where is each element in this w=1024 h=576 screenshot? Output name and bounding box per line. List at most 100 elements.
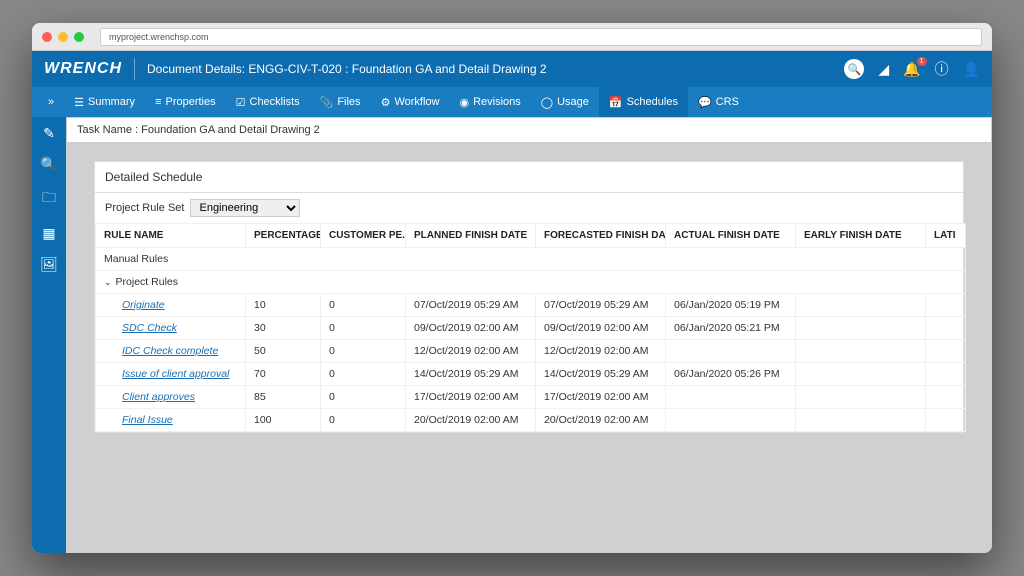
col-late[interactable]: LATI	[926, 224, 966, 248]
rule-set-row: Project Rule Set Engineering	[95, 193, 963, 223]
notifications-icon[interactable]: 🔔1	[903, 61, 920, 78]
search-icon[interactable]: 🔍	[40, 156, 57, 173]
rule-set-select[interactable]: Engineering	[190, 199, 300, 217]
group-manual-rules[interactable]: Manual Rules	[96, 248, 966, 271]
edit-icon[interactable]: ✎	[43, 125, 55, 142]
notification-badge: 1	[917, 57, 927, 66]
table-row[interactable]: SDC Check30009/Oct/2019 02:00 AM09/Oct/2…	[96, 317, 966, 340]
cell-early	[796, 294, 926, 317]
close-window-icon[interactable]	[42, 32, 52, 42]
cell-early	[796, 363, 926, 386]
rule-link[interactable]: SDC Check	[104, 322, 177, 334]
col-percentage[interactable]: PERCENTAGE	[246, 224, 321, 248]
group-label: Project Rules	[116, 276, 178, 288]
address-bar[interactable]: myproject.wrenchsp.com	[100, 28, 982, 46]
cell-early	[796, 409, 926, 432]
schedule-panel: Detailed Schedule Project Rule Set Engin…	[94, 161, 964, 433]
browser-chrome: myproject.wrenchsp.com	[32, 23, 992, 51]
table-row[interactable]: IDC Check complete50012/Oct/2019 02:00 A…	[96, 340, 966, 363]
cell-pct: 70	[246, 363, 321, 386]
tab-summary[interactable]: ☰ Summary	[64, 87, 145, 117]
schedule-table: RULE NAME PERCENTAGE CUSTOMER PE... PLAN…	[95, 223, 966, 432]
app-header: WRENCH Document Details: ENGG-CIV-T-020 …	[32, 51, 992, 87]
folder-icon[interactable]: 🗀	[42, 187, 56, 211]
tab-label: Revisions	[473, 96, 521, 108]
expand-all-icon[interactable]: »	[38, 87, 64, 117]
tab-revisions[interactable]: ◉ Revisions	[449, 87, 530, 117]
cell-forecast: 17/Oct/2019 02:00 AM	[536, 386, 666, 409]
tab-label: CRS	[716, 96, 739, 108]
rule-set-label: Project Rule Set	[105, 202, 184, 214]
panel-heading: Detailed Schedule	[95, 162, 963, 193]
tab-label: Usage	[557, 96, 589, 108]
app-logo[interactable]: WRENCH	[44, 60, 122, 78]
rule-link[interactable]: Client approves	[104, 391, 195, 403]
cell-early	[796, 340, 926, 363]
cell-forecast: 14/Oct/2019 05:29 AM	[536, 363, 666, 386]
cell-actual	[666, 386, 796, 409]
cell-pct: 50	[246, 340, 321, 363]
table-row[interactable]: Issue of client approval70014/Oct/2019 0…	[96, 363, 966, 386]
col-early-finish[interactable]: EARLY FINISH DATE	[796, 224, 926, 248]
cell-planned: 17/Oct/2019 02:00 AM	[406, 386, 536, 409]
tab-checklists[interactable]: ☑ Checklists	[226, 87, 310, 117]
main-content: Task Name : Foundation GA and Detail Dra…	[66, 117, 992, 553]
rule-link[interactable]: Issue of client approval	[104, 368, 229, 380]
page-title: Document Details: ENGG-CIV-T-020 : Found…	[147, 62, 844, 76]
tab-usage[interactable]: ◯ Usage	[531, 87, 599, 117]
chart-icon[interactable]: ◢	[878, 61, 889, 78]
cell-forecast: 07/Oct/2019 05:29 AM	[536, 294, 666, 317]
col-forecasted-finish[interactable]: FORECASTED FINISH DATE	[536, 224, 666, 248]
cell-cust: 0	[321, 317, 406, 340]
table-row[interactable]: Client approves85017/Oct/2019 02:00 AM17…	[96, 386, 966, 409]
minimize-window-icon[interactable]	[58, 32, 68, 42]
cell-planned: 07/Oct/2019 05:29 AM	[406, 294, 536, 317]
cell-actual: 06/Jan/2020 05:19 PM	[666, 294, 796, 317]
cell-late	[926, 340, 966, 363]
tab-files[interactable]: 📎 Files	[310, 87, 371, 117]
col-customer-pe[interactable]: CUSTOMER PE...	[321, 224, 406, 248]
cell-pct: 30	[246, 317, 321, 340]
cell-late	[926, 386, 966, 409]
tab-crs[interactable]: 💬 CRS	[688, 87, 749, 117]
cell-late	[926, 363, 966, 386]
image-icon[interactable]: 🖼	[40, 256, 58, 273]
cell-pct: 10	[246, 294, 321, 317]
group-project-rules[interactable]: ⌄Project Rules	[96, 271, 966, 294]
rule-link[interactable]: Originate	[104, 299, 165, 311]
rule-link[interactable]: IDC Check complete	[104, 345, 218, 357]
cell-planned: 14/Oct/2019 05:29 AM	[406, 363, 536, 386]
col-actual-finish[interactable]: ACTUAL FINISH DATE	[666, 224, 796, 248]
cell-actual: 06/Jan/2020 05:21 PM	[666, 317, 796, 340]
cell-planned: 20/Oct/2019 02:00 AM	[406, 409, 536, 432]
user-icon[interactable]: 👤	[963, 61, 980, 78]
browser-window: myproject.wrenchsp.com WRENCH Document D…	[32, 23, 992, 553]
cell-actual: 06/Jan/2020 05:26 PM	[666, 363, 796, 386]
tab-workflow[interactable]: ⚙ Workflow	[371, 87, 450, 117]
sub-nav: » ☰ Summary ≡ Properties ☑ Checklists 📎 …	[32, 87, 992, 117]
table-row[interactable]: Final Issue100020/Oct/2019 02:00 AM20/Oc…	[96, 409, 966, 432]
chevron-down-icon[interactable]: ⌄	[104, 277, 116, 288]
col-rule-name[interactable]: RULE NAME	[96, 224, 246, 248]
maximize-window-icon[interactable]	[74, 32, 84, 42]
tab-label: Summary	[88, 96, 135, 108]
tab-properties[interactable]: ≡ Properties	[145, 87, 226, 117]
header-actions: 🔍 ◢ 🔔1 ⓘ 👤	[844, 59, 980, 79]
info-icon[interactable]: ⓘ	[935, 59, 949, 79]
cell-planned: 09/Oct/2019 02:00 AM	[406, 317, 536, 340]
grid-icon[interactable]: ▦	[42, 225, 55, 242]
cell-early	[796, 317, 926, 340]
col-planned-finish[interactable]: PLANNED FINISH DATE	[406, 224, 536, 248]
cell-planned: 12/Oct/2019 02:00 AM	[406, 340, 536, 363]
table-row[interactable]: Originate10007/Oct/2019 05:29 AM07/Oct/2…	[96, 294, 966, 317]
cell-cust: 0	[321, 340, 406, 363]
cell-forecast: 20/Oct/2019 02:00 AM	[536, 409, 666, 432]
tab-label: Schedules	[627, 96, 678, 108]
rule-link[interactable]: Final Issue	[104, 414, 173, 426]
tab-label: Files	[337, 96, 360, 108]
tab-schedules[interactable]: 📅 Schedules	[599, 87, 688, 117]
left-sidebar: ✎ 🔍 🗀 ▦ 🖼	[32, 117, 66, 553]
table-header-row: RULE NAME PERCENTAGE CUSTOMER PE... PLAN…	[96, 224, 966, 248]
search-button[interactable]: 🔍	[844, 59, 864, 79]
cell-forecast: 12/Oct/2019 02:00 AM	[536, 340, 666, 363]
